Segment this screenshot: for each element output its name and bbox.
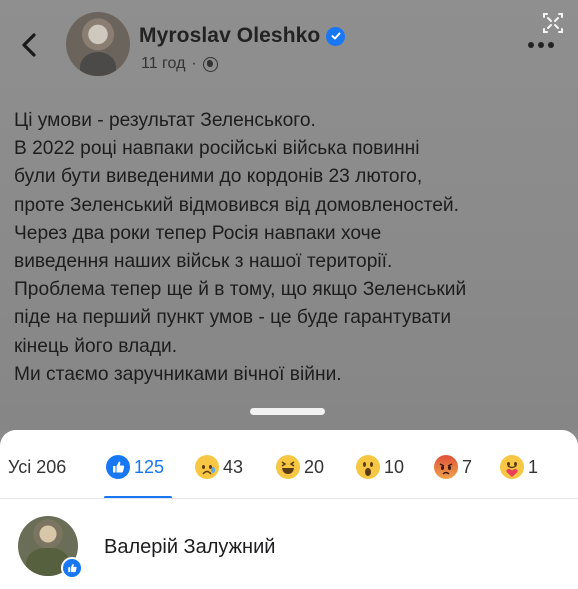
meta-separator: · — [191, 55, 197, 72]
author-row: Myroslav Oleshko — [139, 24, 346, 48]
post-line: Ми стаємо заручниками вічної війни. — [14, 363, 342, 385]
tab-sad-count: 43 — [223, 456, 244, 477]
author-avatar[interactable] — [66, 12, 130, 76]
more-dot — [538, 42, 544, 48]
post-line: Проблема тепер ще й в тому, що якщо Зеле… — [14, 279, 467, 301]
sad-icon — [195, 455, 219, 479]
author-name[interactable]: Myroslav Oleshko — [139, 24, 320, 48]
tab-wow-count: 10 — [384, 456, 405, 477]
post-line: піде на перший пункт умов - це буде гара… — [14, 307, 452, 329]
tab-like[interactable]: 125 — [106, 451, 164, 483]
tab-haha-count: 20 — [304, 456, 325, 477]
expand-icon[interactable] — [538, 8, 568, 38]
tab-sad[interactable]: 43 — [195, 451, 243, 483]
post-body: Ці умови - результат Зеленського. В 2022… — [14, 107, 569, 389]
post-line: В 2022 році навпаки російські війська по… — [14, 138, 420, 160]
post-line: кінець його влади. — [14, 335, 178, 357]
care-icon — [500, 455, 524, 479]
back-arrow-icon[interactable] — [14, 30, 44, 60]
tab-care-count: 1 — [528, 456, 539, 477]
more-dot — [548, 42, 554, 48]
post-line: були бути виведеними до кордонів 23 люто… — [14, 166, 423, 188]
reaction-tabs: Усі 206 125 43 20 10 7 1 — [0, 451, 578, 483]
tab-angry-count: 7 — [462, 456, 473, 477]
tab-wow[interactable]: 10 — [356, 451, 404, 483]
angry-icon — [434, 455, 458, 479]
globe-icon — [202, 56, 218, 72]
tab-angry[interactable]: 7 — [434, 451, 472, 483]
more-dot — [528, 42, 534, 48]
post-time[interactable]: 11 год — [141, 55, 185, 73]
wow-icon — [356, 455, 380, 479]
tab-haha[interactable]: 20 — [276, 451, 324, 483]
post-meta: 11 год · — [141, 55, 218, 73]
tabs-divider — [0, 498, 578, 499]
like-icon — [106, 455, 130, 479]
post-line: Через два роки тепер Росія навпаки хоче — [14, 222, 382, 244]
post-line: Ці умови - результат Зеленського. — [14, 110, 316, 131]
verified-icon — [326, 26, 346, 46]
post-container: Myroslav Oleshko 11 год · Ці умови - рез… — [0, 0, 578, 430]
tab-all[interactable]: Усі 206 — [8, 451, 66, 483]
like-icon — [61, 557, 83, 579]
post-line: виведення наших військ з нашої території… — [14, 251, 393, 273]
tab-care[interactable]: 1 — [500, 451, 538, 483]
more-icon[interactable] — [528, 38, 562, 52]
sheet-grabber[interactable] — [250, 408, 325, 415]
tab-like-count: 125 — [134, 456, 165, 477]
post-line: проте Зеленський відмовився від домовлен… — [14, 194, 459, 216]
haha-icon — [276, 455, 300, 479]
tab-all-label: Усі 206 — [8, 456, 67, 477]
reactor-name[interactable]: Валерій Залужний — [104, 536, 275, 559]
